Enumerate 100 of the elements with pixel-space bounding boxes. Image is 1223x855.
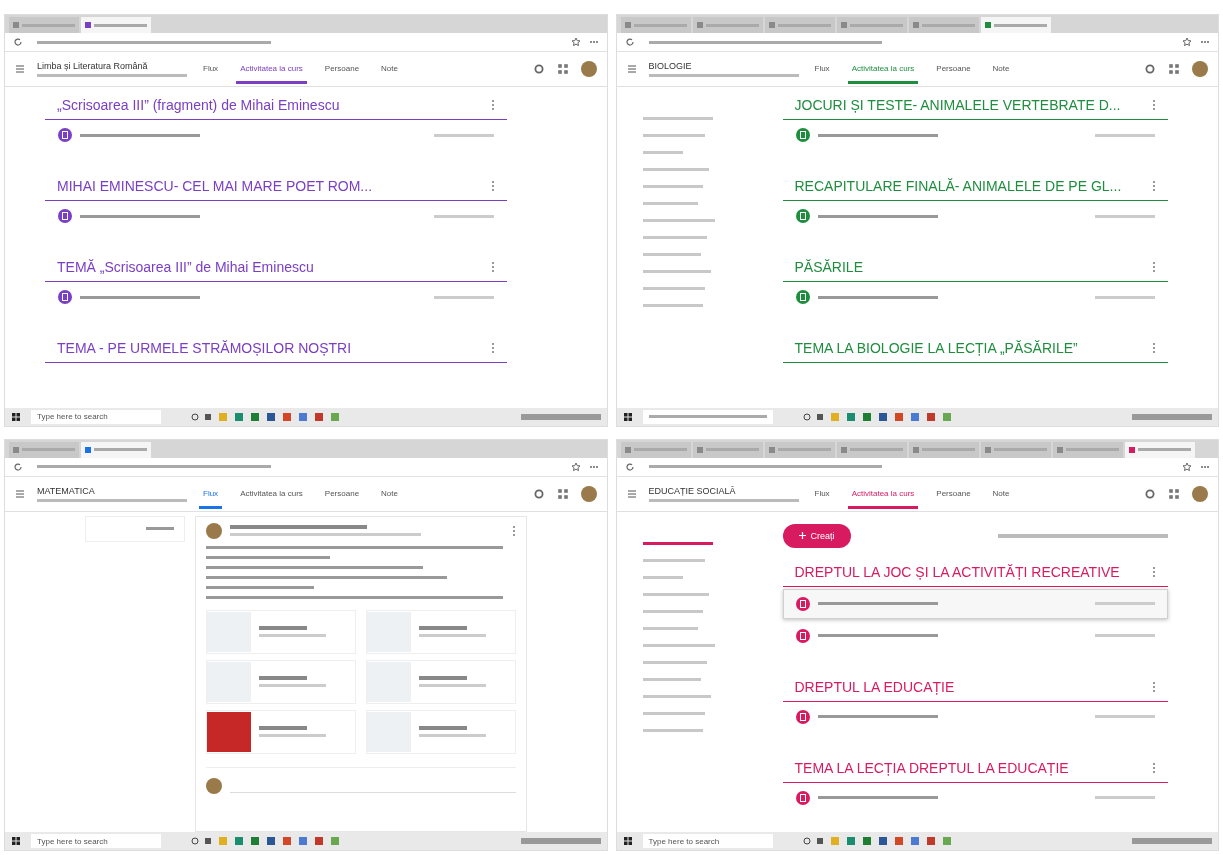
apps-icon[interactable] (556, 63, 569, 75)
taskbar-apps-drawing[interactable] (802, 836, 953, 846)
taskbar-search-field[interactable]: Type here to search (31, 834, 161, 848)
course-tab[interactable]: Flux (810, 478, 834, 509)
apps-icon[interactable] (1168, 63, 1180, 75)
browser-tab[interactable] (692, 441, 763, 458)
menu-icon[interactable] (626, 64, 637, 74)
course-tab[interactable]: Flux (810, 54, 834, 84)
avatar-circle[interactable] (580, 61, 597, 77)
link-card[interactable] (206, 659, 356, 704)
star-icon[interactable] (570, 37, 581, 47)
settings-icon[interactable] (1144, 63, 1156, 75)
taskbar-apps-drawing[interactable] (191, 411, 341, 422)
reload-icon[interactable] (624, 461, 635, 472)
browser-tab[interactable] (764, 441, 835, 458)
taskbar-search-field[interactable]: Type here to search (642, 834, 773, 848)
menu-icon[interactable] (15, 488, 25, 499)
star-icon[interactable] (1182, 461, 1192, 472)
browser-tab[interactable] (81, 17, 151, 33)
more-icon[interactable] (1152, 761, 1156, 774)
course-tab[interactable]: Flux (199, 478, 223, 509)
link-card[interactable] (365, 609, 516, 654)
avatar-circle (206, 522, 222, 539)
assignment-icon (58, 128, 72, 142)
link-card[interactable] (206, 609, 356, 654)
reload-icon[interactable] (13, 37, 23, 47)
favicon (912, 446, 919, 453)
assignment-row[interactable] (782, 588, 1168, 619)
browser-tab[interactable] (980, 441, 1051, 458)
course-tab[interactable]: Persoane (932, 54, 975, 84)
taskbar-apps-drawing[interactable] (191, 836, 341, 846)
course-tab[interactable]: Note (377, 478, 402, 509)
windows-logo-icon[interactable] (11, 411, 21, 422)
taskbar-search-field[interactable] (642, 409, 773, 424)
browser-tab[interactable] (81, 441, 151, 458)
course-tab[interactable]: Activitatea la curs (847, 478, 919, 509)
avatar-circle[interactable] (1192, 485, 1208, 502)
link-card[interactable] (365, 709, 516, 754)
windows-logo-icon[interactable] (11, 836, 21, 846)
more-icon[interactable] (511, 524, 516, 537)
course-tab[interactable]: Activitatea la curs (847, 54, 919, 84)
course-title: BIOLOGIE (648, 61, 693, 71)
course-tab[interactable]: Activitatea la curs (236, 54, 307, 84)
more-icon[interactable] (1152, 342, 1156, 354)
topic-title: MIHAI EMINESCU- CEL MAI MARE POET ROM... (57, 178, 373, 194)
assignment-icon (58, 290, 72, 304)
course-tab[interactable]: Persoane (320, 54, 364, 84)
favicon (984, 446, 991, 453)
menu-icon[interactable] (626, 488, 637, 499)
browser-tab[interactable] (9, 441, 79, 458)
topic-title: TEMA LA BIOLOGIE LA LECȚIA „PĂSĂRILE” (794, 340, 1078, 356)
more-icon[interactable] (490, 342, 495, 354)
topic-title: TEMA LA LECȚIA DREPTUL LA EDUCAȚIE (794, 759, 1069, 776)
windows-logo-icon[interactable] (622, 411, 633, 422)
avatar-circle[interactable] (1192, 61, 1208, 77)
apps-icon[interactable] (1168, 487, 1180, 500)
more-icon[interactable] (1152, 99, 1156, 111)
course-title: MATEMATICA (37, 485, 96, 496)
topic-title: JOCURI ȘI TESTE- ANIMALELE VERTEBRATE D... (794, 97, 1121, 113)
topic-title: TEMĂ „Scrisoarea III” de Mihai Eminescu (57, 259, 314, 275)
more-icon[interactable] (1152, 261, 1156, 273)
taskbar-apps-drawing[interactable] (802, 411, 953, 422)
more-icon[interactable] (1152, 565, 1156, 578)
browser-tab[interactable] (1052, 441, 1123, 458)
course-tab[interactable]: Persoane (320, 478, 364, 509)
avatar-circle[interactable] (580, 485, 597, 502)
favicon (696, 22, 703, 28)
link-card[interactable] (365, 659, 516, 704)
more-icon[interactable] (490, 99, 495, 111)
create-button[interactable]: Creați (782, 523, 851, 548)
menu-icon[interactable] (15, 64, 25, 74)
course-tab[interactable]: Note (988, 54, 1014, 84)
settings-icon[interactable] (1144, 487, 1156, 500)
course-tab[interactable]: Persoane (932, 478, 975, 509)
course-tab[interactable]: Activitatea la curs (236, 478, 307, 509)
course-title: Limba și Literatura Română (37, 61, 149, 71)
browser-tab[interactable] (908, 441, 979, 458)
more-icon[interactable] (1152, 680, 1156, 693)
course-tab[interactable]: Note (377, 54, 402, 84)
course-tab[interactable]: Flux (199, 54, 223, 84)
link-card[interactable] (206, 709, 356, 754)
more-icon[interactable] (1152, 180, 1156, 192)
taskbar-search-field[interactable]: Type here to search (31, 409, 161, 424)
more-icon[interactable] (490, 180, 495, 192)
settings-icon[interactable] (532, 63, 545, 75)
settings-icon[interactable] (532, 487, 545, 500)
reload-icon[interactable] (624, 37, 635, 47)
star-icon[interactable] (1182, 37, 1192, 47)
windows-logo-icon[interactable] (622, 836, 633, 846)
star-icon[interactable] (570, 461, 581, 472)
course-tab[interactable]: Note (988, 478, 1014, 509)
topic-link[interactable] (642, 541, 713, 545)
browser-tab[interactable] (980, 17, 1051, 33)
browser-tab[interactable] (836, 441, 907, 458)
more-icon[interactable] (490, 261, 495, 273)
reload-icon[interactable] (13, 461, 23, 472)
browser-tab[interactable] (1124, 441, 1195, 458)
apps-icon[interactable] (556, 487, 569, 500)
browser-tab[interactable] (620, 441, 691, 458)
favicon (1056, 446, 1063, 453)
